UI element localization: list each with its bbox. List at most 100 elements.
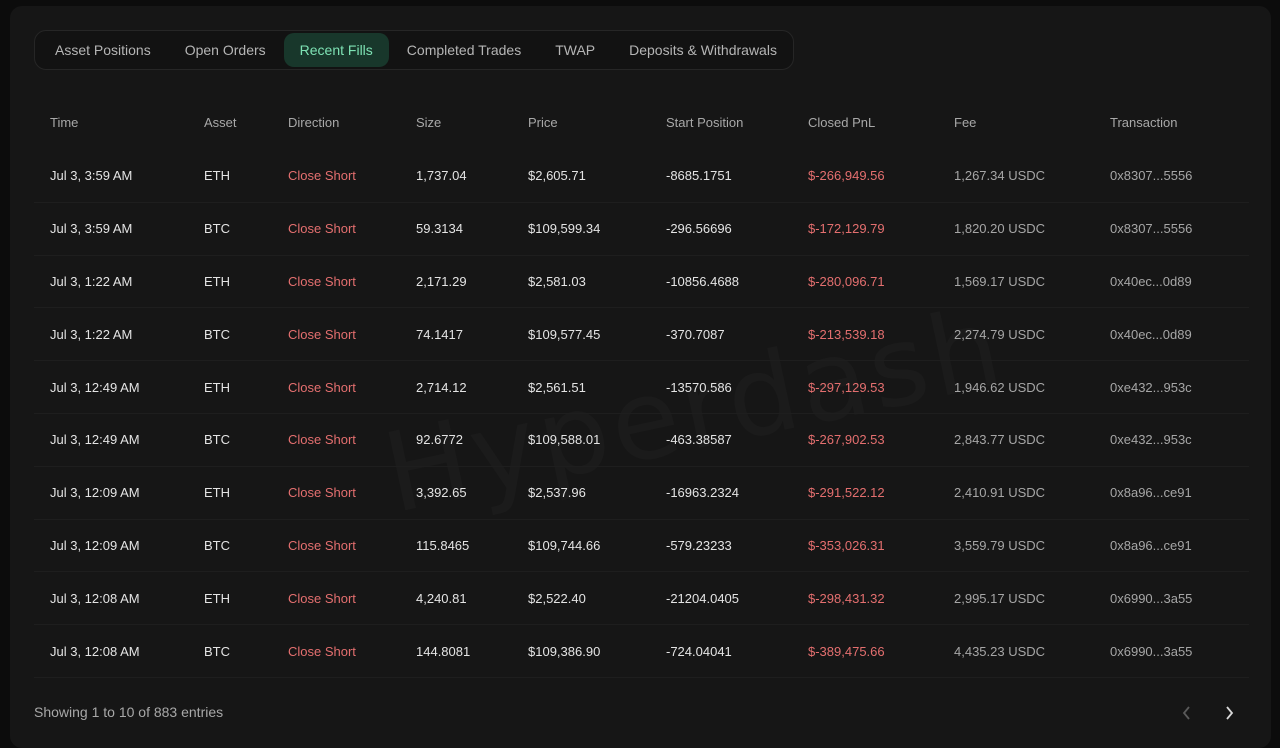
cell-fee: 2,274.79 USDC [954,326,1046,342]
chevron-left-icon [1182,706,1190,720]
tab-recent-fills[interactable]: Recent Fills [283,33,389,67]
cell-closed-pnl: $-172,129.79 [808,221,885,237]
cell-size: 2,714.12 [416,379,467,395]
prev-page-button[interactable] [1176,702,1198,724]
cell-asset: ETH [204,168,230,184]
cell-transaction[interactable]: 0x6990...3a55 [1110,572,1192,624]
cell-start-position: -296.56696 [666,221,732,237]
cell-start-position: -16963.2324 [666,485,740,501]
cell-price: $109,386.90 [528,643,601,659]
column-header-size[interactable]: Size [416,94,441,150]
cell-size: 92.6772 [416,432,463,448]
cell-fee: 3,559.79 USDC [954,537,1046,553]
table-row[interactable]: Jul 3, 12:08 AM BTC Close Short 144.8081 $10… [34,625,1249,678]
cell-time: Jul 3, 12:49 AM [50,432,140,448]
table-row[interactable]: Jul 3, 3:59 AM ETH Close Short 1,737.04 $2,6… [34,150,1249,203]
cell-price: $2,605.71 [528,168,586,184]
table-row[interactable]: Jul 3, 12:09 AM ETH Close Short 3,392.65 $2,… [34,467,1249,520]
cell-size: 1,737.04 [416,168,467,184]
cell-price: $2,561.51 [528,379,586,395]
cell-transaction[interactable]: 0x40ec...0d89 [1110,308,1192,360]
cell-transaction[interactable]: 0xe432...953c [1110,361,1192,413]
fills-table: Time Asset Direction Size Price Start Po… [34,94,1249,678]
cell-transaction[interactable]: 0x8307...5556 [1110,150,1192,202]
table-row[interactable]: Jul 3, 12:08 AM ETH Close Short 4,240.81 $2,… [34,572,1249,626]
cell-direction: Close Short [288,643,356,659]
cell-asset: ETH [204,273,230,289]
cell-size: 59.3134 [416,221,463,237]
cell-closed-pnl: $-298,431.32 [808,590,885,606]
cell-direction: Close Short [288,379,356,395]
cell-direction: Close Short [288,326,356,342]
cell-transaction[interactable]: 0x8a96...ce91 [1110,467,1192,519]
cell-direction: Close Short [288,590,356,606]
cell-size: 2,171.29 [416,273,467,289]
cell-closed-pnl: $-267,902.53 [808,432,885,448]
table-row[interactable]: Jul 3, 12:09 AM BTC Close Short 115.8465 $10… [34,520,1249,573]
cell-price: $2,537.96 [528,485,586,501]
column-header-time[interactable]: Time [50,94,78,150]
cell-price: $2,581.03 [528,273,586,289]
tab-completed-trades[interactable]: Completed Trades [391,33,537,67]
cell-time: Jul 3, 12:08 AM [50,590,140,606]
tab-deposits-withdrawals[interactable]: Deposits & Withdrawals [613,33,793,67]
table-row[interactable]: Jul 3, 12:49 AM BTC Close Short 92.6772 $109… [34,414,1249,467]
cell-size: 4,240.81 [416,590,467,606]
cell-fee: 1,569.17 USDC [954,273,1046,289]
cell-size: 3,392.65 [416,485,467,501]
column-header-direction[interactable]: Direction [288,94,339,150]
cell-time: Jul 3, 12:09 AM [50,485,140,501]
column-header-asset[interactable]: Asset [204,94,237,150]
cell-asset: ETH [204,379,230,395]
cell-start-position: -463.38587 [666,432,732,448]
cell-transaction[interactable]: 0x8a96...ce91 [1110,520,1192,572]
recent-fills-panel: Hyperdash Asset Positions Open Orders Re… [10,6,1271,748]
cell-start-position: -370.7087 [666,326,725,342]
cell-time: Jul 3, 1:22 AM [50,326,133,342]
cell-time: Jul 3, 3:59 AM [50,168,133,184]
table-row[interactable]: Jul 3, 1:22 AM ETH Close Short 2,171.29 $2,5… [34,256,1249,309]
cell-time: Jul 3, 12:08 AM [50,643,140,659]
cell-transaction[interactable]: 0x6990...3a55 [1110,625,1192,677]
cell-asset: ETH [204,485,230,501]
cell-fee: 1,820.20 USDC [954,221,1046,237]
cell-asset: ETH [204,590,230,606]
cell-direction: Close Short [288,537,356,553]
cell-asset: BTC [204,221,230,237]
cell-closed-pnl: $-353,026.31 [808,537,885,553]
column-header-transaction[interactable]: Transaction [1110,94,1177,150]
cell-direction: Close Short [288,432,356,448]
cell-start-position: -579.23233 [666,537,732,553]
cell-direction: Close Short [288,221,356,237]
table-row[interactable]: Jul 3, 12:49 AM ETH Close Short 2,714.12 $2,… [34,361,1249,414]
cell-time: Jul 3, 12:49 AM [50,379,140,395]
tab-open-orders[interactable]: Open Orders [169,33,282,67]
cell-start-position: -21204.0405 [666,590,740,606]
cell-fee: 4,435.23 USDC [954,643,1046,659]
column-header-start-position[interactable]: Start Position [666,94,743,150]
tab-twap[interactable]: TWAP [539,33,611,67]
cell-asset: BTC [204,326,230,342]
column-header-fee[interactable]: Fee [954,94,976,150]
column-header-closed-pnl[interactable]: Closed PnL [808,94,875,150]
cell-direction: Close Short [288,168,356,184]
cell-asset: BTC [204,643,230,659]
cell-transaction[interactable]: 0x8307...5556 [1110,203,1192,255]
cell-closed-pnl: $-213,539.18 [808,326,885,342]
cell-asset: BTC [204,537,230,553]
cell-asset: BTC [204,432,230,448]
column-header-price[interactable]: Price [528,94,558,150]
table-row[interactable]: Jul 3, 3:59 AM BTC Close Short 59.3134 $109,… [34,203,1249,256]
cell-size: 144.8081 [416,643,471,659]
cell-direction: Close Short [288,485,356,501]
cell-transaction[interactable]: 0xe432...953c [1110,414,1192,466]
cell-closed-pnl: $-280,096.71 [808,273,885,289]
cell-direction: Close Short [288,273,356,289]
cell-start-position: -8685.1751 [666,168,732,184]
cell-start-position: -724.04041 [666,643,732,659]
cell-price: $109,577.45 [528,326,601,342]
next-page-button[interactable] [1218,702,1240,724]
cell-transaction[interactable]: 0x40ec...0d89 [1110,256,1192,308]
tab-asset-positions[interactable]: Asset Positions [39,33,167,67]
table-row[interactable]: Jul 3, 1:22 AM BTC Close Short 74.1417 $109,… [34,308,1249,362]
